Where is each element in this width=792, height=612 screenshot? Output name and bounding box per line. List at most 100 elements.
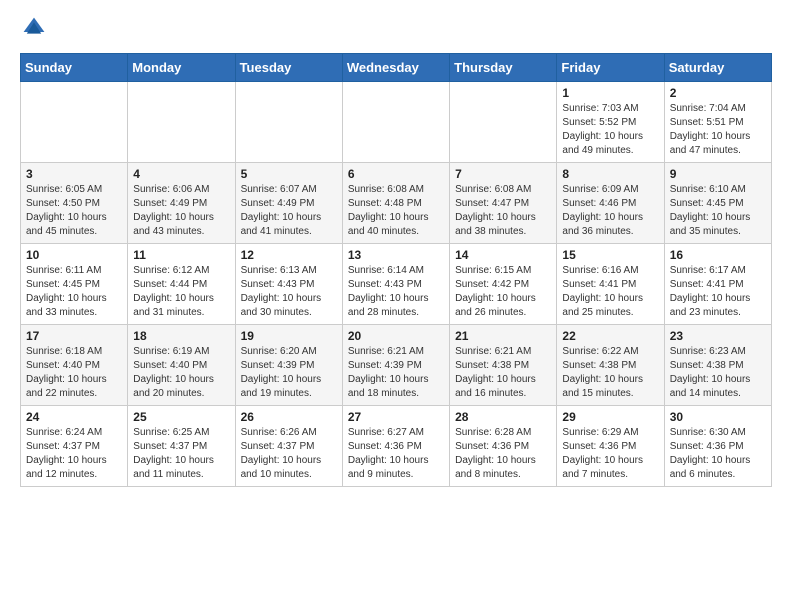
day-number: 25	[133, 410, 229, 424]
day-info: Sunrise: 6:08 AM Sunset: 4:47 PM Dayligh…	[455, 183, 551, 239]
calendar-day-25: 25Sunrise: 6:25 AM Sunset: 4:37 PM Dayli…	[128, 406, 235, 487]
weekday-header-friday: Friday	[557, 54, 664, 82]
calendar-day-29: 29 Sunrise: 6:29 AM Sunset: 4:36 PM Dayli…	[557, 406, 664, 487]
calendar-day-23: 23 Sunrise: 6:23 AM Sunset: 4:38 PM Dayli…	[664, 325, 771, 406]
calendar-day-28: 28Sunrise: 6:28 AM Sunset: 4:36 PM Dayli…	[450, 406, 557, 487]
calendar-day-13: 13 Sunrise: 6:14 AM Sunset: 4:43 PM Dayli…	[342, 244, 449, 325]
day-number: 5	[241, 167, 337, 181]
calendar-day-7: 7 Sunrise: 6:08 AM Sunset: 4:47 PM Daylig…	[450, 163, 557, 244]
day-info: Sunrise: 6:30 AM Sunset: 4:36 PM Dayligh…	[670, 426, 766, 482]
day-number: 12	[241, 248, 337, 262]
day-number: 17	[26, 329, 122, 343]
day-info: Sunrise: 6:11 AM Sunset: 4:45 PM Dayligh…	[26, 264, 122, 320]
day-info: Sunrise: 6:09 AM Sunset: 4:46 PM Dayligh…	[562, 183, 658, 239]
calendar-day-20: 20Sunrise: 6:21 AM Sunset: 4:39 PM Dayli…	[342, 325, 449, 406]
calendar-day-2: 2 Sunrise: 7:04 AM Sunset: 5:51 PM Daylig…	[664, 82, 771, 163]
calendar-day-3: 3 Sunrise: 6:05 AM Sunset: 4:50 PM Daylig…	[21, 163, 128, 244]
empty-cell	[342, 82, 449, 163]
calendar-day-14: 14 Sunrise: 6:15 AM Sunset: 4:42 PM Dayli…	[450, 244, 557, 325]
calendar-day-30: 30 Sunrise: 6:30 AM Sunset: 4:36 PM Dayli…	[664, 406, 771, 487]
day-info: Sunrise: 7:04 AM Sunset: 5:51 PM Dayligh…	[670, 102, 766, 158]
day-number: 14	[455, 248, 551, 262]
day-number: 28	[455, 410, 551, 424]
day-info: Sunrise: 6:07 AM Sunset: 4:49 PM Dayligh…	[241, 183, 337, 239]
calendar-day-4: 4 Sunrise: 6:06 AM Sunset: 4:49 PM Daylig…	[128, 163, 235, 244]
logo	[20, 16, 48, 45]
weekday-header-sunday: Sunday	[21, 54, 128, 82]
day-info: Sunrise: 6:20 AM Sunset: 4:39 PM Dayligh…	[241, 345, 337, 401]
calendar-day-22: 22 Sunrise: 6:22 AM Sunset: 4:38 PM Dayli…	[557, 325, 664, 406]
day-info: Sunrise: 6:08 AM Sunset: 4:48 PM Dayligh…	[348, 183, 444, 239]
day-info: Sunrise: 6:24 AM Sunset: 4:37 PM Dayligh…	[26, 426, 122, 482]
day-number: 21	[455, 329, 551, 343]
day-number: 23	[670, 329, 766, 343]
weekday-header-thursday: Thursday	[450, 54, 557, 82]
calendar-day-5: 5 Sunrise: 6:07 AM Sunset: 4:49 PM Daylig…	[235, 163, 342, 244]
day-number: 30	[670, 410, 766, 424]
day-info: Sunrise: 6:15 AM Sunset: 4:42 PM Dayligh…	[455, 264, 551, 320]
calendar-day-24: 24 Sunrise: 6:24 AM Sunset: 4:37 PM Dayli…	[21, 406, 128, 487]
empty-cell	[450, 82, 557, 163]
day-number: 15	[562, 248, 658, 262]
day-number: 7	[455, 167, 551, 181]
calendar-day-15: 15 Sunrise: 6:16 AM Sunset: 4:41 PM Dayli…	[557, 244, 664, 325]
day-info: Sunrise: 6:26 AM Sunset: 4:37 PM Dayligh…	[241, 426, 337, 482]
day-number: 24	[26, 410, 122, 424]
empty-cell	[128, 82, 235, 163]
day-info: Sunrise: 6:10 AM Sunset: 4:45 PM Dayligh…	[670, 183, 766, 239]
day-number: 16	[670, 248, 766, 262]
day-number: 2	[670, 86, 766, 100]
day-info: Sunrise: 6:19 AM Sunset: 4:40 PM Dayligh…	[133, 345, 229, 401]
day-number: 4	[133, 167, 229, 181]
page-header	[20, 16, 772, 45]
day-info: Sunrise: 6:16 AM Sunset: 4:41 PM Dayligh…	[562, 264, 658, 320]
calendar-week-2: 3 Sunrise: 6:05 AM Sunset: 4:50 PM Daylig…	[21, 163, 772, 244]
calendar-day-9: 9 Sunrise: 6:10 AM Sunset: 4:45 PM Daylig…	[664, 163, 771, 244]
day-info: Sunrise: 6:05 AM Sunset: 4:50 PM Dayligh…	[26, 183, 122, 239]
calendar-day-11: 11 Sunrise: 6:12 AM Sunset: 4:44 PM Dayli…	[128, 244, 235, 325]
calendar-day-16: 16Sunrise: 6:17 AM Sunset: 4:41 PM Dayli…	[664, 244, 771, 325]
calendar-day-26: 26 Sunrise: 6:26 AM Sunset: 4:37 PM Dayli…	[235, 406, 342, 487]
weekday-header-monday: Monday	[128, 54, 235, 82]
day-info: Sunrise: 6:27 AM Sunset: 4:36 PM Dayligh…	[348, 426, 444, 482]
day-number: 26	[241, 410, 337, 424]
calendar-week-5: 24 Sunrise: 6:24 AM Sunset: 4:37 PM Dayli…	[21, 406, 772, 487]
day-number: 9	[670, 167, 766, 181]
day-number: 1	[562, 86, 658, 100]
day-info: Sunrise: 6:21 AM Sunset: 4:39 PM Dayligh…	[348, 345, 444, 401]
day-info: Sunrise: 6:21 AM Sunset: 4:38 PM Dayligh…	[455, 345, 551, 401]
day-number: 29	[562, 410, 658, 424]
day-info: Sunrise: 6:13 AM Sunset: 4:43 PM Dayligh…	[241, 264, 337, 320]
calendar-day-21: 21 Sunrise: 6:21 AM Sunset: 4:38 PM Dayli…	[450, 325, 557, 406]
day-info: Sunrise: 6:23 AM Sunset: 4:38 PM Dayligh…	[670, 345, 766, 401]
day-info: Sunrise: 6:06 AM Sunset: 4:49 PM Dayligh…	[133, 183, 229, 239]
day-number: 6	[348, 167, 444, 181]
day-number: 18	[133, 329, 229, 343]
day-number: 8	[562, 167, 658, 181]
empty-cell	[235, 82, 342, 163]
day-info: Sunrise: 7:03 AM Sunset: 5:52 PM Dayligh…	[562, 102, 658, 158]
day-number: 3	[26, 167, 122, 181]
weekday-header-wednesday: Wednesday	[342, 54, 449, 82]
day-info: Sunrise: 6:12 AM Sunset: 4:44 PM Dayligh…	[133, 264, 229, 320]
calendar-day-8: 8 Sunrise: 6:09 AM Sunset: 4:46 PM Daylig…	[557, 163, 664, 244]
calendar-table: SundayMondayTuesdayWednesdayThursdayFrid…	[20, 53, 772, 487]
calendar-day-27: 27Sunrise: 6:27 AM Sunset: 4:36 PM Dayli…	[342, 406, 449, 487]
day-info: Sunrise: 6:14 AM Sunset: 4:43 PM Dayligh…	[348, 264, 444, 320]
logo-icon	[22, 16, 46, 40]
calendar-day-10: 10Sunrise: 6:11 AM Sunset: 4:45 PM Dayli…	[21, 244, 128, 325]
day-info: Sunrise: 6:22 AM Sunset: 4:38 PM Dayligh…	[562, 345, 658, 401]
day-number: 11	[133, 248, 229, 262]
day-number: 19	[241, 329, 337, 343]
calendar-day-19: 19 Sunrise: 6:20 AM Sunset: 4:39 PM Dayli…	[235, 325, 342, 406]
calendar-week-1: 1 Sunrise: 7:03 AM Sunset: 5:52 PM Daylig…	[21, 82, 772, 163]
calendar-day-6: 6 Sunrise: 6:08 AM Sunset: 4:48 PM Daylig…	[342, 163, 449, 244]
weekday-header-saturday: Saturday	[664, 54, 771, 82]
day-number: 13	[348, 248, 444, 262]
calendar-week-3: 10Sunrise: 6:11 AM Sunset: 4:45 PM Dayli…	[21, 244, 772, 325]
day-info: Sunrise: 6:29 AM Sunset: 4:36 PM Dayligh…	[562, 426, 658, 482]
calendar-header-row: SundayMondayTuesdayWednesdayThursdayFrid…	[21, 54, 772, 82]
day-number: 22	[562, 329, 658, 343]
calendar-day-12: 12 Sunrise: 6:13 AM Sunset: 4:43 PM Dayli…	[235, 244, 342, 325]
weekday-header-tuesday: Tuesday	[235, 54, 342, 82]
